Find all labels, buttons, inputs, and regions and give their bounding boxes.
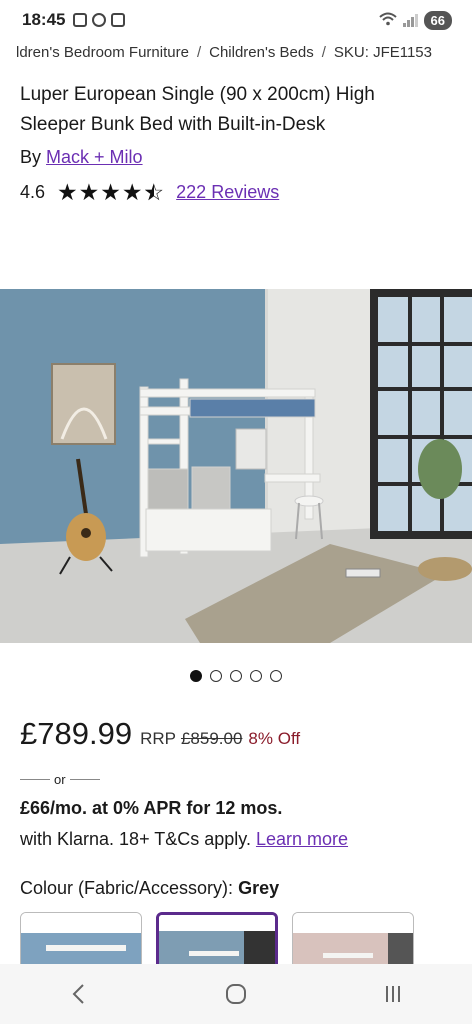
colour-selector-label: Colour (Fabric/Accessory): Grey [20, 878, 279, 899]
colour-label: Colour (Fabric/Accessory): [20, 878, 234, 898]
finance-headline: £66/mo. at 0% APR for 12 mos. [20, 798, 283, 818]
carousel-dot[interactable] [250, 670, 262, 682]
star-rating: ★ ★ ★ ★ ★ [57, 179, 165, 205]
home-button[interactable] [206, 974, 266, 1014]
carousel-dot[interactable] [190, 670, 202, 682]
carousel-dot[interactable] [230, 670, 242, 682]
rating-value: 4.6 [20, 182, 46, 202]
product-image[interactable] [0, 289, 472, 643]
breadcrumb-sku: SKU: JFE1153 [333, 44, 432, 61]
star-half-icon: ★ [144, 181, 165, 204]
gallery-icon [111, 13, 126, 27]
rrp-label: RRP [140, 729, 176, 748]
star-full-icon: ★ [78, 179, 100, 205]
status-notification-icons [73, 13, 126, 27]
reviews-link[interactable]: 222 Reviews [176, 182, 279, 203]
recents-icon [386, 986, 401, 1002]
status-bar: 18:45 66 [0, 0, 472, 40]
product-title: Luper European Single (90 x 200cm) High … [20, 84, 375, 135]
brand-link[interactable]: Mack + Milo [46, 147, 143, 167]
discount-badge: 8% Off [248, 729, 301, 748]
colour-swatches [20, 912, 414, 972]
colour-value: Grey [238, 878, 280, 898]
breadcrumb-separator: / [196, 44, 202, 61]
signal-icon [402, 13, 418, 27]
breadcrumb: ldren's Bedroom Furniture / Children's Bed… [16, 44, 456, 61]
or-divider: or [20, 772, 100, 787]
divider-line [20, 779, 50, 780]
product-byline: By Mack + Milo [20, 147, 143, 168]
image-carousel-dots [0, 670, 472, 682]
wifi-icon [378, 12, 397, 29]
back-button[interactable] [49, 974, 109, 1014]
carousel-dot[interactable] [270, 670, 282, 682]
colour-swatch[interactable] [292, 912, 414, 972]
finance-terms: with Klarna. 18+ T&Cs apply. Learn more [20, 829, 348, 850]
or-text: or [54, 772, 66, 787]
price: £789.99 [20, 716, 133, 751]
battery-indicator: 66 [423, 10, 452, 30]
breadcrumb-separator: / [321, 44, 326, 61]
recents-button[interactable] [363, 974, 423, 1014]
breadcrumb-link-bedroom-furniture[interactable]: ldren's Bedroom Furniture [16, 44, 189, 61]
by-label: By [20, 147, 42, 167]
star-full-icon: ★ [57, 179, 78, 205]
finance-terms-text: with Klarna. 18+ T&Cs apply. [20, 829, 251, 849]
price-row: £789.99 RRP £859.00 8% Off [20, 716, 300, 752]
back-icon [72, 984, 84, 1004]
rating-row: 4.6 ★ ★ ★ ★ ★ 222 Reviews [20, 179, 279, 205]
colour-swatch[interactable] [20, 912, 142, 972]
breadcrumb-link-childrens-beds[interactable]: Children's Beds [209, 44, 314, 61]
sync-icon [92, 13, 107, 27]
rrp-value: £859.00 [180, 729, 243, 748]
learn-more-link[interactable]: Learn more [256, 829, 348, 849]
divider-line [69, 779, 100, 780]
home-icon [225, 984, 246, 1004]
star-full-icon: ★ [121, 179, 143, 205]
star-full-icon: ★ [100, 179, 121, 205]
screenshot-icon [73, 13, 88, 27]
colour-swatch-selected[interactable] [156, 912, 278, 972]
system-nav-bar [0, 964, 472, 1024]
status-time: 18:45 [22, 10, 66, 29]
carousel-dot[interactable] [210, 670, 222, 682]
status-system-icons: 66 [378, 10, 452, 30]
